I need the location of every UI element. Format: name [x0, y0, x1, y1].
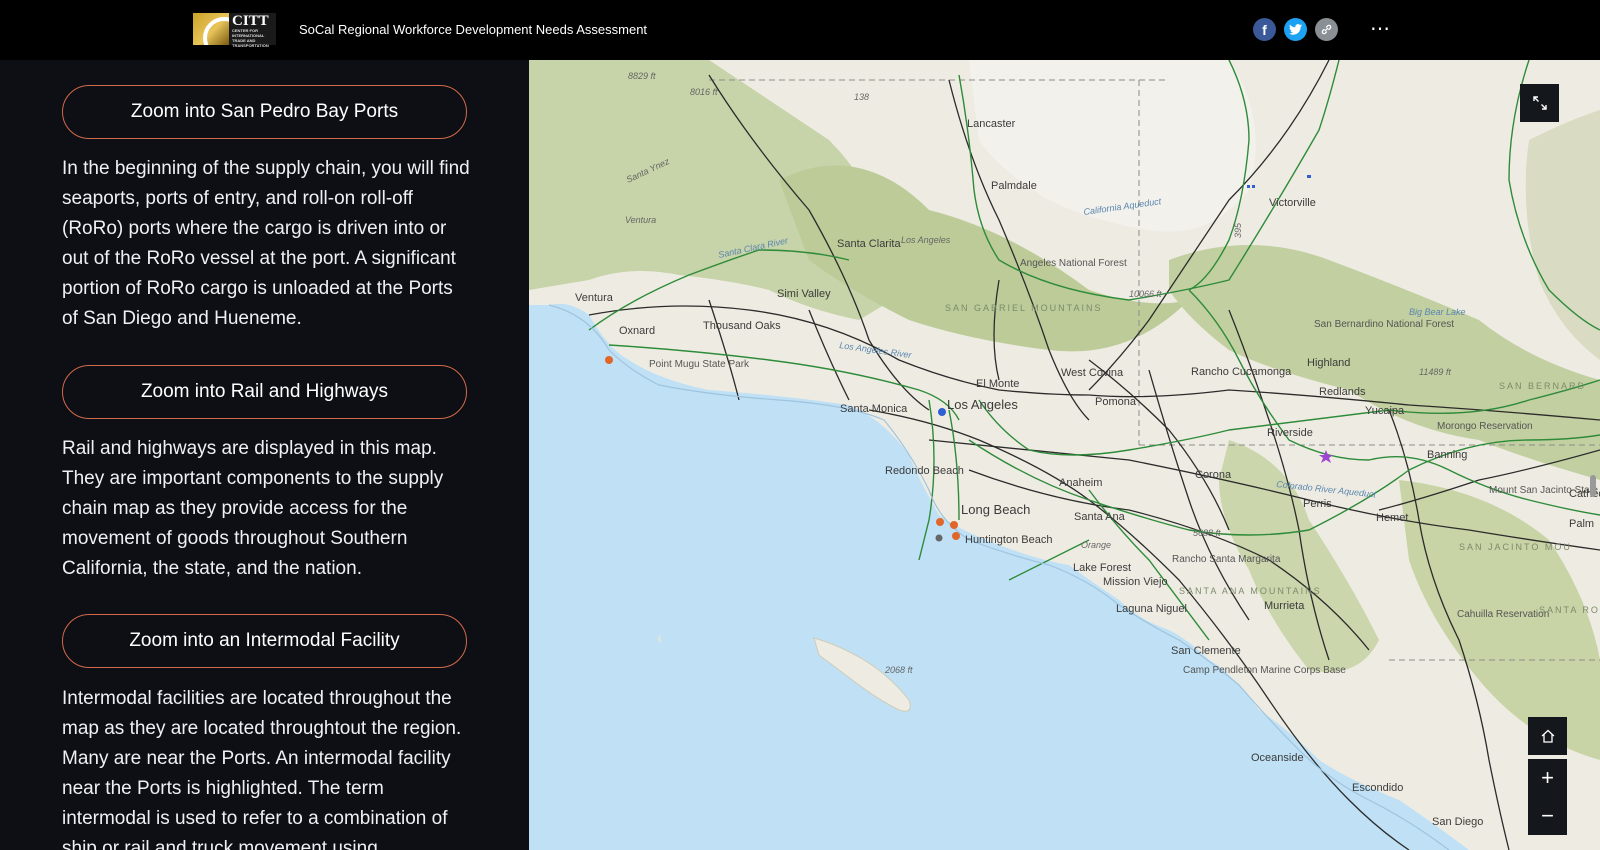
route-number: 138 [854, 92, 869, 102]
small-island [658, 635, 661, 643]
rail-highways-paragraph: Rail and highways are displayed in this … [62, 438, 444, 579]
more-options-button[interactable]: ⋯ [1370, 16, 1391, 41]
label-san-bernardino-mountains: SAN BERNARD [1499, 381, 1586, 391]
label-yucaipa: Yucaipa [1365, 405, 1405, 417]
label-simi-valley: Simi Valley [777, 288, 831, 300]
expand-icon[interactable] [1520, 84, 1559, 122]
label-anaheim: Anaheim [1059, 477, 1102, 489]
label-el-monte: El Monte [976, 378, 1019, 390]
label-santa-monica: Santa Monica [840, 403, 908, 415]
label-escondido: Escondido [1352, 782, 1403, 794]
label-mission-viejo: Mission Viejo [1103, 576, 1168, 588]
logo-mark-icon [193, 13, 229, 45]
label-los-angeles: Los Angeles [947, 397, 1018, 412]
elevation-label: 8016 ft [690, 87, 718, 97]
label-san-diego: San Diego [1432, 816, 1483, 828]
citt-logo[interactable]: CITT CENTER FOR INTERNATIONAL TRADE AND … [193, 13, 276, 48]
label-oxnard: Oxnard [619, 325, 655, 337]
label-perris: Perris [1303, 498, 1332, 510]
app-title: SoCal Regional Workforce Development Nee… [299, 22, 648, 37]
zoom-out-button[interactable]: − [1528, 797, 1567, 835]
label-los-angeles-county: Los Angeles [901, 235, 951, 245]
home-icon[interactable] [1528, 717, 1567, 755]
label-huntington-beach: Huntington Beach [965, 534, 1052, 546]
label-morongo: Morongo Reservation [1437, 421, 1533, 432]
zoom-rail-highways-button[interactable]: Zoom into Rail and Highways [62, 365, 467, 419]
label-santa-ana: Santa Ana [1074, 511, 1126, 523]
label-lancaster: Lancaster [967, 118, 1016, 130]
label-point-mugu: Point Mugu State Park [649, 359, 750, 370]
elevation-label: 2068 ft [884, 665, 913, 675]
label-san-clemente: San Clemente [1171, 645, 1241, 657]
label-rancho-cucamonga: Rancho Cucamonga [1191, 366, 1292, 378]
label-victorville: Victorville [1269, 197, 1316, 209]
label-palmdale: Palmdale [991, 180, 1037, 192]
label-santa-ana-mountains: SANTA ANA MOUNTAINS [1179, 586, 1322, 596]
logo-subtext: CENTER FOR INTERNATIONAL TRADE AND TRANS… [232, 28, 269, 48]
label-corona: Corona [1195, 469, 1232, 481]
label-thousand-oaks: Thousand Oaks [703, 320, 781, 332]
label-pomona: Pomona [1095, 396, 1137, 408]
link-icon[interactable] [1315, 18, 1338, 41]
label-redlands: Redlands [1319, 386, 1366, 398]
label-ventura: Ventura [575, 292, 614, 304]
facebook-icon[interactable]: f [1253, 18, 1276, 41]
intermodal-paragraph: Intermodal facilities are located throug… [62, 688, 462, 850]
label-camp-pendleton: Camp Pendleton Marine Corps Base [1183, 665, 1346, 676]
label-san-jacinto-mountains: SAN JACINTO MOU [1459, 542, 1572, 552]
zoom-in-button[interactable]: + [1528, 759, 1567, 797]
label-west-covina: West Covina [1061, 367, 1124, 379]
app-header: CITT CENTER FOR INTERNATIONAL TRADE AND … [0, 0, 1600, 60]
label-san-gabriel-mountains: SAN GABRIEL MOUNTAINS [945, 303, 1103, 313]
elevation-label: 5688 ft [1193, 528, 1221, 538]
label-rancho-santa-margarita: Rancho Santa Margarita [1172, 554, 1281, 565]
label-laguna-niguel: Laguna Niguel [1116, 603, 1187, 615]
elevation-label: 10066 ft [1129, 289, 1162, 299]
label-santa-rosa-mountains: SANTA ROS [1539, 605, 1600, 615]
label-hemet: Hemet [1376, 512, 1408, 524]
label-ventura-county: Ventura [625, 215, 656, 225]
label-angeles-nf: Angeles National Forest [1020, 258, 1127, 269]
elevation-label: 8829 ft [628, 71, 656, 81]
label-highland: Highland [1307, 357, 1350, 369]
route-number: 395 [1233, 222, 1243, 238]
label-santa-clarita: Santa Clarita [837, 238, 901, 250]
supply-chain-map[interactable]: Lancaster Palmdale Victorville Santa Cla… [529, 60, 1600, 850]
label-big-bear-lake: Big Bear Lake [1409, 307, 1466, 317]
elevation-label: 11489 ft [1419, 367, 1451, 377]
label-lake-forest: Lake Forest [1073, 562, 1131, 574]
map-canvas[interactable]: Lancaster Palmdale Victorville Santa Cla… [529, 60, 1600, 850]
label-riverside: Riverside [1267, 427, 1313, 439]
page-scrollbar[interactable] [1590, 475, 1596, 497]
label-oceanside: Oceanside [1251, 752, 1304, 764]
logo-text: CITT [232, 13, 269, 29]
label-long-beach: Long Beach [961, 502, 1030, 517]
story-sidebar[interactable]: Zoom into San Pedro Bay Ports In the beg… [0, 60, 529, 850]
label-redondo-beach: Redondo Beach [885, 465, 964, 477]
label-palm: Palm [1569, 518, 1594, 530]
label-cahuilla: Cahuilla Reservation [1457, 609, 1549, 620]
twitter-icon[interactable] [1284, 18, 1307, 41]
label-murrieta: Murrieta [1264, 600, 1305, 612]
label-orange-county: Orange [1081, 540, 1111, 550]
supply-chain-paragraph: In the beginning of the supply chain, yo… [62, 158, 470, 329]
label-san-bernardino-nf: San Bernardino National Forest [1314, 319, 1454, 330]
zoom-san-pedro-ports-button[interactable]: Zoom into San Pedro Bay Ports [62, 85, 467, 139]
zoom-intermodal-button[interactable]: Zoom into an Intermodal Facility [62, 614, 467, 668]
label-banning: Banning [1427, 449, 1467, 461]
